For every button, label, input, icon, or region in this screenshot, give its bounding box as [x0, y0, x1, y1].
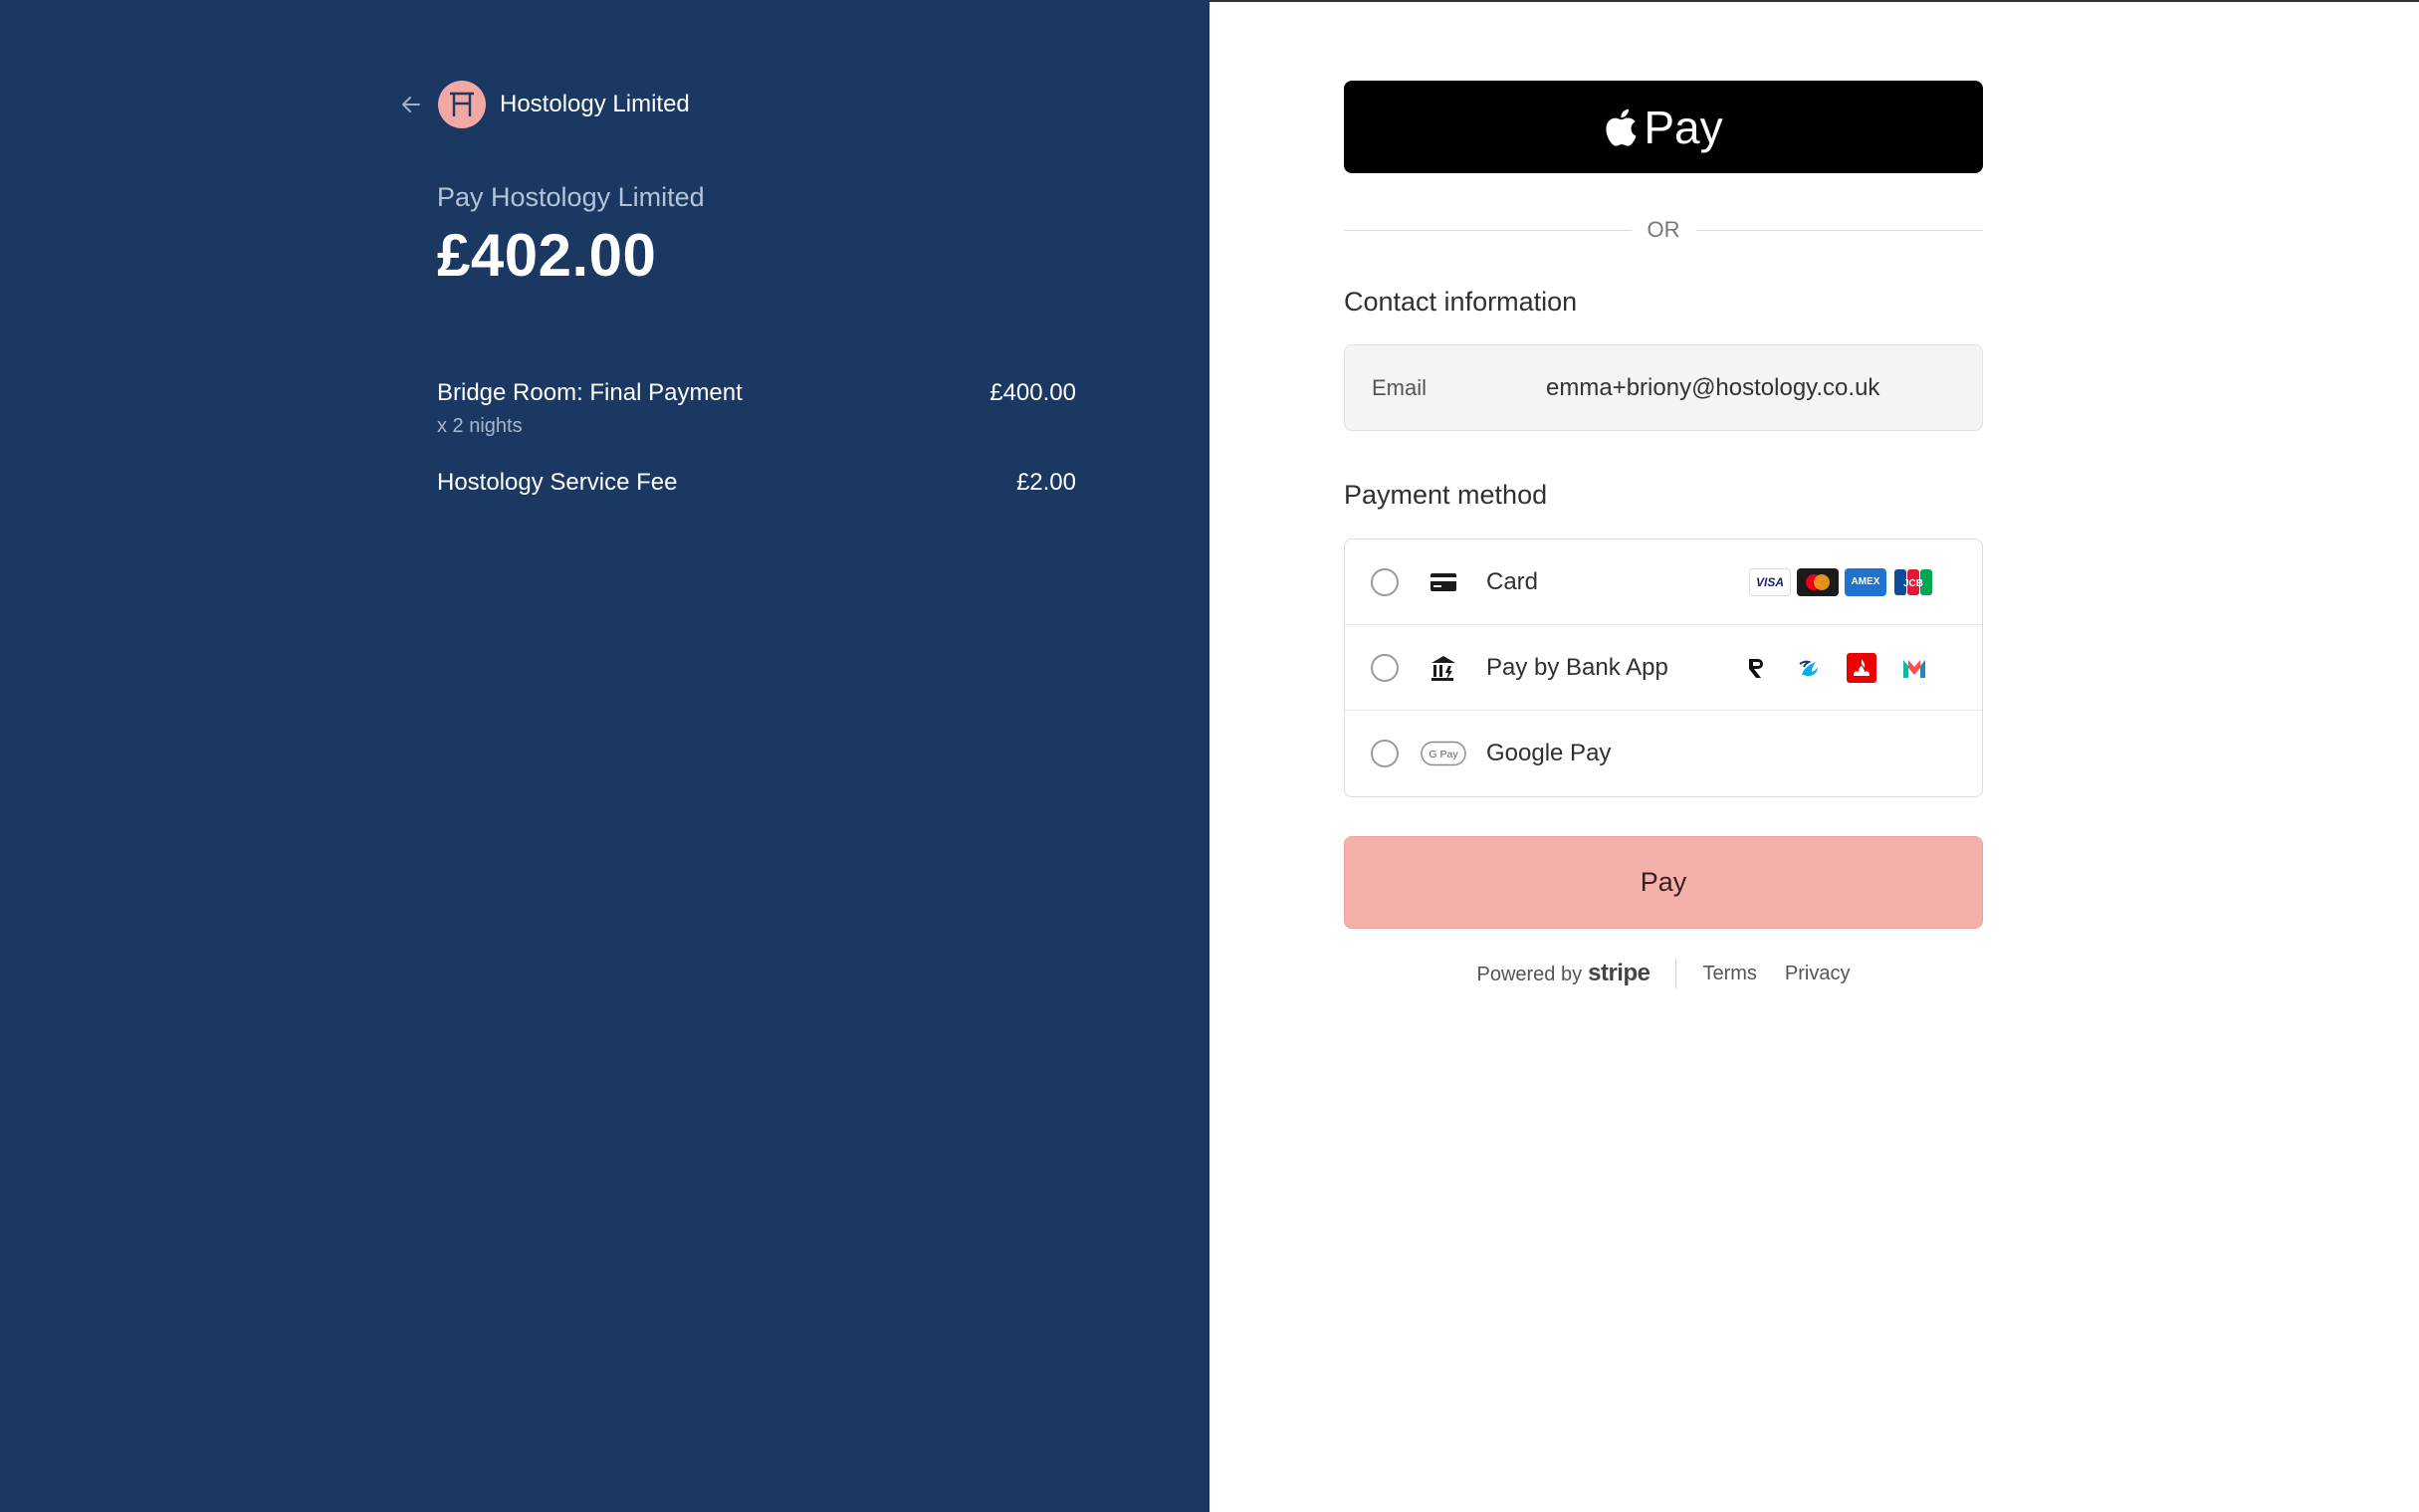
terms-link[interactable]: Terms	[1702, 963, 1756, 985]
visa-icon: VISA	[1749, 567, 1791, 596]
payment-method-title: Payment method	[1344, 480, 1548, 510]
bank-icon	[1421, 653, 1466, 683]
line-item-name: Hostology Service Fee	[437, 469, 678, 496]
line-item-amount: £400.00	[990, 379, 1076, 406]
powered-by[interactable]: Powered by stripe	[1476, 960, 1649, 987]
google-pay-label: Google Pay	[1486, 740, 1612, 766]
payment-panel: Pay OR Contact information Email emma+br…	[1210, 0, 2419, 1512]
line-item-name: Bridge Room: Final Payment	[437, 379, 743, 406]
bank-radio[interactable]	[1371, 653, 1399, 682]
email-field[interactable]: Email emma+briony@hostology.co.uk	[1344, 344, 1983, 431]
privacy-link[interactable]: Privacy	[1785, 963, 1851, 985]
bank-label: Pay by Bank App	[1486, 653, 1668, 681]
or-divider: OR	[1344, 215, 1983, 245]
merchant-header: Hostology Limited	[396, 80, 690, 129]
revolut-icon	[1736, 651, 1776, 685]
svg-text:JCB: JCB	[1903, 578, 1923, 589]
amex-icon: AMEX	[1845, 567, 1886, 596]
monzo-icon	[1894, 651, 1934, 685]
barclays-icon	[1789, 651, 1829, 685]
mastercard-icon	[1797, 567, 1839, 596]
line-item: Bridge Room: Final Payment £400.00 x 2 n…	[437, 379, 1076, 438]
back-arrow-icon[interactable]	[396, 90, 426, 119]
pay-button[interactable]: Pay	[1344, 836, 1983, 929]
or-label: OR	[1647, 217, 1680, 242]
footer-divider	[1675, 959, 1677, 988]
bank-brands	[1729, 651, 1934, 685]
merchant-name: Hostology Limited	[500, 91, 690, 117]
order-summary-panel: Hostology Limited Pay Hostology Limited …	[0, 0, 1210, 1512]
payment-method-list: Card VISA AMEX JCB Pay by Bank App G Pay…	[1344, 539, 1983, 797]
footer: Powered by stripe Terms Privacy	[1344, 958, 1983, 989]
merchant-logo-icon	[438, 81, 486, 128]
email-label: Email	[1372, 374, 1428, 400]
contact-information-title: Contact information	[1344, 287, 1578, 317]
google-pay-icon: G Pay	[1421, 739, 1466, 768]
email-value: emma+briony@hostology.co.uk	[1546, 373, 1880, 401]
payment-method-bank[interactable]: Pay by Bank App	[1345, 625, 1982, 711]
payment-method-card[interactable]: Card VISA AMEX JCB	[1345, 540, 1982, 625]
card-radio[interactable]	[1371, 567, 1399, 596]
card-icon	[1421, 567, 1466, 597]
card-label: Card	[1486, 567, 1539, 595]
apple-logo-icon	[1606, 108, 1637, 146]
apple-pay-button[interactable]: Pay	[1344, 81, 1983, 173]
line-item-amount: £2.00	[1015, 469, 1076, 496]
line-item-quantity: x 2 nights	[437, 415, 523, 437]
card-brands: VISA AMEX JCB	[1749, 567, 1934, 596]
powered-by-label: Powered by	[1476, 964, 1583, 985]
line-item: Hostology Service Fee £2.00	[437, 469, 1076, 497]
svg-text:G Pay: G Pay	[1429, 749, 1458, 760]
apple-pay-label: Pay	[1644, 101, 1723, 153]
google-pay-radio[interactable]	[1371, 740, 1399, 767]
total-amount: £402.00	[437, 222, 657, 289]
santander-icon	[1842, 651, 1881, 685]
pay-to-label: Pay Hostology Limited	[437, 182, 705, 212]
jcb-icon: JCB	[1892, 568, 1934, 596]
stripe-logo: stripe	[1588, 960, 1650, 986]
payment-method-google-pay[interactable]: G Pay Google Pay	[1345, 711, 1982, 796]
